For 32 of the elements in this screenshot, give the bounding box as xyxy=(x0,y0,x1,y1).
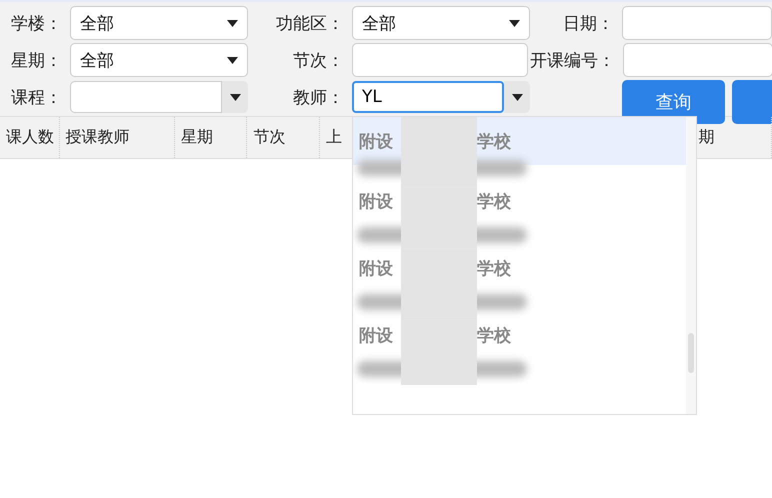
field-label: 功能区： xyxy=(275,12,345,34)
column-header: 授课教师 xyxy=(60,117,175,158)
dropdown-button[interactable] xyxy=(504,81,530,113)
select-field[interactable]: 全部 xyxy=(352,6,530,40)
caret-icon xyxy=(227,20,238,26)
dropdown-item[interactable]: 附设 学校 xyxy=(353,318,696,352)
input-field[interactable] xyxy=(623,43,772,77)
field-label: 星期： xyxy=(10,50,63,72)
dropdown-item[interactable]: 附设 学校 xyxy=(353,251,696,285)
caret-icon xyxy=(509,20,520,26)
field-label: 开课编号： xyxy=(530,50,616,72)
field-label: 学楼： xyxy=(10,12,63,34)
caret-icon xyxy=(227,56,238,64)
select-field[interactable]: 全部 xyxy=(70,43,248,77)
field-label: 节次： xyxy=(292,50,345,72)
input-field[interactable] xyxy=(352,43,528,77)
button[interactable] xyxy=(732,80,772,124)
scrollbar-thumb[interactable] xyxy=(688,333,694,373)
column-header: 节次 xyxy=(247,117,320,158)
input-field[interactable] xyxy=(70,81,222,113)
input-field[interactable] xyxy=(622,6,772,40)
input-field[interactable]: YL xyxy=(352,81,504,113)
select-field[interactable]: 全部 xyxy=(70,6,248,40)
column-header: 星期 xyxy=(174,117,248,158)
caret-icon xyxy=(230,94,240,100)
dropdown-button[interactable] xyxy=(222,81,248,113)
dropdown-item[interactable]: 附设 学校 xyxy=(353,184,696,218)
column-header: 课人数 xyxy=(0,117,60,158)
caret-icon xyxy=(512,94,522,100)
field-label: 教师： xyxy=(292,86,345,108)
field-label: 课程： xyxy=(10,86,63,108)
field-label: 日期： xyxy=(562,12,615,34)
